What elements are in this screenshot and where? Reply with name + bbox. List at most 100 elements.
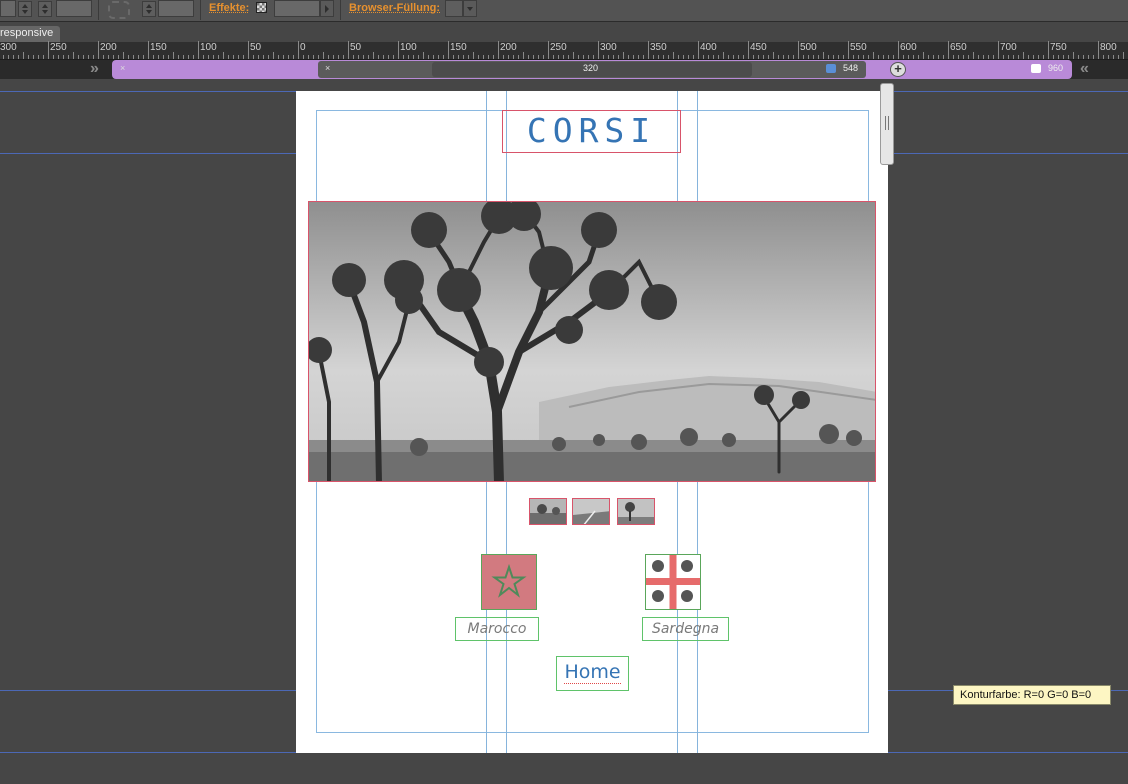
radius-field[interactable]: [158, 0, 194, 17]
ruler-minor-tick: [88, 55, 89, 59]
canvas-page[interactable]: CORSI Marocco Sardegna Home: [296, 91, 888, 753]
ruler-minor-tick: [408, 55, 409, 59]
chevron-right-icon[interactable]: »: [90, 60, 99, 78]
ruler-label: 600: [900, 42, 917, 53]
ruler-minor-tick: [278, 55, 279, 59]
ruler-minor-tick: [883, 55, 884, 59]
morocco-flag-icon[interactable]: [481, 554, 537, 610]
ruler-label: 250: [50, 42, 67, 53]
corner-radius-icon[interactable]: [108, 1, 130, 19]
add-breakpoint-icon[interactable]: +: [890, 62, 906, 77]
x-stepper[interactable]: [18, 1, 32, 17]
ruler-minor-tick: [828, 55, 829, 59]
ruler-minor-tick: [343, 55, 344, 59]
ruler-minor-tick: [38, 55, 39, 59]
ruler-minor-tick: [1093, 55, 1094, 59]
ruler-minor-tick: [363, 55, 364, 59]
chevron-left-icon[interactable]: «: [1080, 60, 1089, 78]
ruler-label: 500: [800, 42, 817, 53]
ruler-minor-tick: [993, 55, 994, 59]
ruler-minor-tick: [778, 55, 779, 59]
breakpoint-960-handle[interactable]: [1031, 64, 1041, 73]
thumbnail-2[interactable]: [572, 498, 610, 525]
close-icon[interactable]: ×: [325, 63, 330, 73]
card-label-marocco[interactable]: Marocco: [455, 617, 539, 641]
home-link[interactable]: Home: [556, 656, 629, 691]
ruler-minor-tick: [808, 55, 809, 59]
ruler-minor-tick: [538, 55, 539, 59]
ruler-minor-tick: [3, 55, 4, 59]
y-stepper[interactable]: [38, 1, 52, 17]
ruler-minor-tick: [173, 52, 174, 59]
ruler-minor-tick: [483, 55, 484, 59]
hero-image[interactable]: [308, 201, 876, 482]
ruler-minor-tick: [108, 55, 109, 59]
ruler-minor-tick: [283, 55, 284, 59]
ruler-minor-tick: [683, 55, 684, 59]
ruler-minor-tick: [1058, 55, 1059, 59]
ruler-minor-tick: [208, 55, 209, 59]
ruler-minor-tick: [168, 55, 169, 59]
four-moors-icon: [646, 555, 700, 609]
thumbnail-1[interactable]: [529, 498, 567, 525]
ruler-minor-tick: [1123, 52, 1124, 59]
ruler-minor-tick: [818, 55, 819, 59]
ruler-minor-tick: [613, 55, 614, 59]
y-field[interactable]: [56, 0, 92, 17]
breakpoint-548-handle[interactable]: [826, 64, 836, 73]
ruler-minor-tick: [258, 55, 259, 59]
x-field[interactable]: [0, 0, 16, 17]
ruler-minor-tick: [138, 55, 139, 59]
ruler-minor-tick: [53, 55, 54, 59]
page-height-handle[interactable]: [880, 83, 894, 165]
effects-arrow-icon[interactable]: [320, 0, 334, 17]
ruler-label: 100: [200, 42, 217, 53]
ruler-minor-tick: [123, 52, 124, 59]
thumbnail-image: [530, 499, 566, 524]
ruler-minor-tick: [623, 52, 624, 59]
tab-responsive[interactable]: responsive: [0, 26, 60, 42]
ruler-major-tick: [698, 41, 699, 59]
ruler-minor-tick: [1118, 55, 1119, 59]
browser-fill-swatch[interactable]: [445, 0, 463, 17]
radius-stepper[interactable]: [142, 1, 156, 17]
ruler-major-tick: [748, 41, 749, 59]
ruler-minor-tick: [773, 52, 774, 59]
page-title-frame[interactable]: CORSI: [502, 110, 681, 153]
effects-field[interactable]: [274, 0, 320, 17]
horizontal-ruler[interactable]: 300 250 200 150 100 50 0 50 100 150 200 250 300 350 40…: [0, 41, 1128, 60]
ruler-minor-tick: [183, 55, 184, 59]
ruler-minor-tick: [928, 55, 929, 59]
card-label-sardegna[interactable]: Sardegna: [642, 617, 729, 641]
ruler-minor-tick: [578, 55, 579, 59]
effects-label: Effekte:: [209, 2, 250, 14]
effects-swatch-icon[interactable]: [256, 2, 267, 13]
ruler-minor-tick: [543, 55, 544, 59]
ruler-minor-tick: [718, 55, 719, 59]
ruler-minor-tick: [838, 55, 839, 59]
ruler-minor-tick: [23, 52, 24, 59]
ruler-minor-tick: [1033, 55, 1034, 59]
ruler-minor-tick: [1008, 55, 1009, 59]
ruler-minor-tick: [1108, 55, 1109, 59]
ruler-minor-tick: [988, 55, 989, 59]
ruler-minor-tick: [918, 55, 919, 59]
ruler-minor-tick: [403, 55, 404, 59]
ruler-minor-tick: [28, 55, 29, 59]
ruler-minor-tick: [18, 55, 19, 59]
ruler-label: 200: [500, 42, 517, 53]
ruler-minor-tick: [433, 55, 434, 59]
card-label-text: Marocco: [467, 621, 527, 637]
ruler-minor-tick: [743, 55, 744, 59]
ruler-minor-tick: [643, 55, 644, 59]
ruler-major-tick: [148, 41, 149, 59]
browser-fill-dropdown[interactable]: [463, 0, 477, 17]
ruler-minor-tick: [668, 55, 669, 59]
ruler-minor-tick: [438, 55, 439, 59]
ruler-label: 50: [350, 42, 362, 53]
ruler-minor-tick: [793, 55, 794, 59]
sardinia-flag-icon[interactable]: [645, 554, 701, 610]
ruler-minor-tick: [1083, 55, 1084, 59]
close-icon[interactable]: ×: [120, 63, 125, 73]
thumbnail-3[interactable]: [617, 498, 655, 525]
